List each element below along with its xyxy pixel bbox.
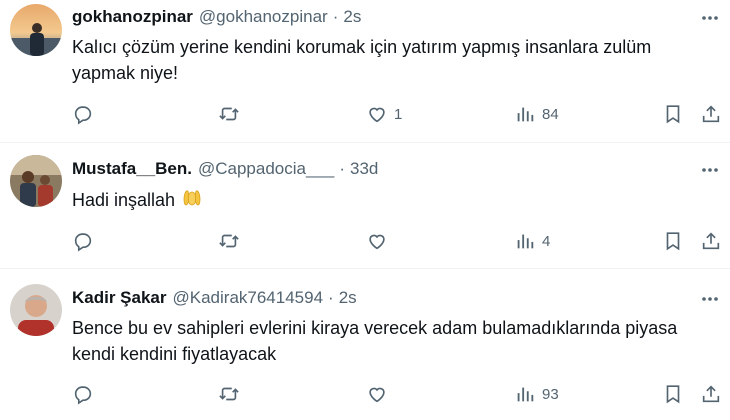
display-name[interactable]: Mustafa__Ben. (72, 159, 192, 179)
views-count: 93 (542, 385, 559, 403)
like-button[interactable] (366, 380, 394, 408)
bookmark-icon (666, 105, 680, 124)
tweet-text: Bence bu ev sahipleri evlerini kiraya ve… (72, 318, 678, 364)
like-icon (369, 107, 385, 123)
retweet-icon (219, 107, 239, 121)
retweet-button[interactable] (218, 100, 246, 128)
display-name[interactable]: Kadir Şakar (72, 288, 167, 308)
separator-dot: · (328, 288, 334, 307)
avatar[interactable] (10, 155, 62, 207)
bookmark-button[interactable] (662, 100, 684, 128)
like-count: 1 (394, 105, 403, 123)
tweet-header: Mustafa__Ben. @Cappadocia___ · 33d (72, 156, 378, 182)
views-button[interactable]: 93 (514, 380, 559, 408)
reply-icon (74, 233, 92, 252)
bookmark-button[interactable] (662, 380, 684, 408)
share-icon (702, 105, 720, 123)
timestamp[interactable]: 2s (343, 7, 361, 27)
display-name[interactable]: gokhanozpinar (72, 7, 193, 27)
views-count: 4 (542, 232, 551, 250)
more-icon[interactable] (698, 6, 722, 30)
user-handle[interactable]: @Cappadocia___ (198, 159, 334, 179)
tweet-text: Kalıcı çözüm yerine kendini korumak için… (72, 37, 652, 83)
retweet-button[interactable] (218, 380, 246, 408)
tweet-actions: 1 84 (0, 100, 730, 128)
tweet-3[interactable]: Kadir Şakar @Kadirak76414594 · 2s Bence … (0, 269, 730, 420)
share-icon (702, 232, 720, 250)
reply-icon (74, 386, 92, 405)
views-icon (517, 234, 534, 249)
tweet-2[interactable]: Mustafa__Ben. @Cappadocia___ · 33d Hadi … (0, 143, 730, 269)
raised-hands-emoji (181, 187, 203, 216)
tweet-text: Hadi inşallah (72, 190, 176, 210)
retweet-button[interactable] (218, 227, 246, 255)
views-button[interactable]: 4 (514, 227, 550, 255)
user-handle[interactable]: @Kadirak76414594 (173, 288, 324, 308)
bookmark-icon (666, 385, 680, 404)
bookmark-icon (666, 232, 680, 251)
share-button[interactable] (700, 100, 722, 128)
tweet-header: gokhanozpinar @gokhanozpinar · 2s (72, 4, 361, 30)
reply-button[interactable] (72, 227, 100, 255)
retweet-icon (219, 234, 239, 248)
tweet-actions: 93 (0, 380, 730, 408)
share-button[interactable] (700, 227, 722, 255)
more-icon[interactable] (698, 287, 722, 311)
like-button[interactable] (366, 227, 394, 255)
tweet-1[interactable]: gokhanozpinar @gokhanozpinar · 2s Kalıcı… (0, 0, 730, 148)
avatar[interactable] (10, 4, 62, 56)
more-icon[interactable] (698, 158, 722, 182)
views-button[interactable]: 84 (514, 100, 559, 128)
avatar[interactable] (10, 284, 62, 336)
share-button[interactable] (700, 380, 722, 408)
share-icon (702, 385, 720, 403)
views-count: 84 (542, 105, 559, 123)
reply-button[interactable] (72, 100, 100, 128)
separator-dot: · (332, 7, 339, 26)
separator-dot: · (339, 159, 346, 178)
timestamp[interactable]: 33d (350, 159, 378, 179)
tweet-header: Kadir Şakar @Kadirak76414594 · 2s (72, 285, 357, 311)
views-icon (517, 387, 534, 402)
reply-icon (74, 106, 92, 125)
reply-button[interactable] (72, 380, 100, 408)
like-icon (369, 234, 385, 250)
timestamp[interactable]: 2s (339, 288, 357, 308)
tweet-text-row: Hadi inşallah (72, 187, 712, 216)
like-icon (369, 387, 385, 403)
bookmark-button[interactable] (662, 227, 684, 255)
retweet-icon (219, 387, 239, 401)
views-icon (517, 107, 534, 122)
tweet-actions: 4 (0, 227, 730, 255)
like-button[interactable]: 1 (366, 100, 402, 128)
user-handle[interactable]: @gokhanozpinar (199, 7, 328, 27)
